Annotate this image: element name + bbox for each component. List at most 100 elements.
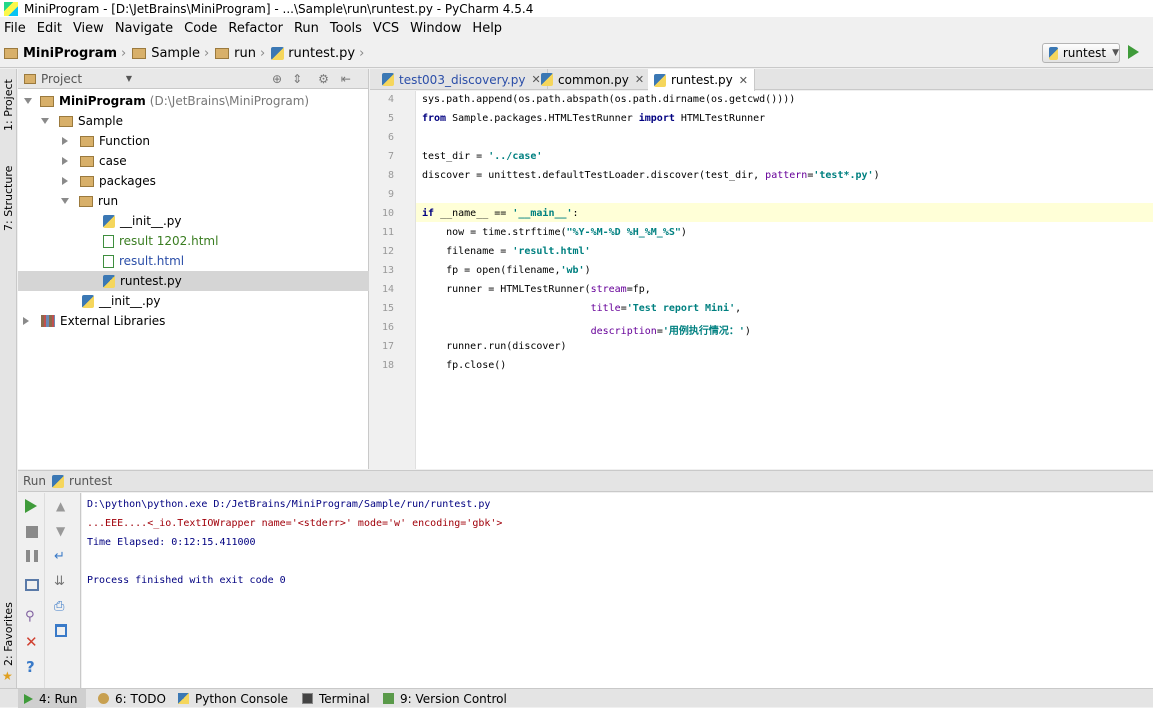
layout-icon[interactable] [25, 579, 39, 591]
trash-icon[interactable] [55, 624, 67, 637]
help-icon[interactable]: ? [26, 658, 35, 676]
tree-item-label: MiniProgram [59, 94, 146, 108]
tree-item-case[interactable]: case [18, 151, 369, 171]
folder-icon [132, 48, 147, 59]
menu-vcs[interactable]: VCS [369, 21, 406, 36]
line-number: 8 [387, 170, 394, 181]
project-tool-tab[interactable]: 1: Project [0, 71, 17, 139]
tab-version-control[interactable]: 9: Version Control [377, 689, 513, 708]
star-icon: ★ [2, 669, 13, 683]
breadcrumb-sample[interactable]: Sample › [132, 46, 209, 61]
navigation-bar: MiniProgram › Sample › run › runtest.py … [0, 40, 1153, 68]
close-icon[interactable]: ✕ [635, 73, 644, 86]
collapse-arrow-icon[interactable] [62, 157, 68, 165]
collapse-arrow-icon[interactable] [62, 137, 68, 145]
tree-item-label: External Libraries [60, 314, 166, 328]
tree-item-label: packages [99, 174, 156, 188]
menu-file[interactable]: File [0, 21, 33, 36]
python-file-icon [654, 73, 666, 87]
tab-test003-discovery[interactable]: test003_discovery.py ✕ [376, 69, 548, 90]
close-icon[interactable]: ✕ [25, 633, 38, 651]
scroll-end-icon[interactable]: ⇊ [54, 574, 65, 589]
collapse-arrow-icon[interactable] [62, 177, 68, 185]
run-button[interactable] [1128, 45, 1139, 59]
tree-item-init-sample[interactable]: __init__.py [18, 291, 369, 311]
arrow-down-icon[interactable]: ▼ [56, 524, 65, 538]
tree-item-sample[interactable]: Sample [18, 111, 369, 131]
tree-item-miniprogram[interactable]: MiniProgram (D:\JetBrains\MiniProgram) [18, 91, 369, 111]
tree-item-result-1202[interactable]: result 1202.html [18, 231, 369, 251]
expand-arrow-icon[interactable] [24, 98, 32, 104]
structure-tool-tab[interactable]: 7: Structure [0, 159, 17, 237]
python-file-icon [382, 73, 394, 86]
tree-item-packages[interactable]: packages [18, 171, 369, 191]
tree-item-runtest[interactable]: runtest.py [18, 271, 369, 291]
tree-item-label: runtest.py [120, 274, 182, 288]
folder-icon [80, 135, 94, 147]
target-icon[interactable]: ⊕ [272, 72, 282, 86]
menu-bar: File Edit View Navigate Code Refactor Ru… [0, 17, 1153, 39]
tab-todo[interactable]: 6: TODO [92, 689, 172, 708]
tab-common[interactable]: common.py ✕ [535, 69, 652, 90]
python-icon [178, 693, 189, 704]
code-line: sys.path.append(os.path.abspath(os.path.… [422, 94, 796, 105]
run-panel-title: Run [23, 474, 47, 488]
menu-code[interactable]: Code [180, 21, 224, 36]
gear-icon[interactable]: ⚙ [318, 72, 329, 86]
breadcrumb-label: runtest.py [288, 46, 356, 61]
rerun-icon[interactable] [25, 499, 37, 513]
tab-run[interactable]: 4: Run [18, 689, 86, 708]
menu-refactor[interactable]: Refactor [224, 21, 290, 36]
breadcrumb-project[interactable]: MiniProgram › [4, 46, 126, 61]
tree-item-run[interactable]: run [18, 191, 369, 211]
folder-icon [80, 175, 94, 187]
breadcrumb-file[interactable]: runtest.py › [271, 46, 364, 61]
collapse-icon[interactable]: ⇕ [292, 72, 302, 86]
tree-item-external-libraries[interactable]: External Libraries [18, 311, 369, 331]
menu-help[interactable]: Help [468, 21, 509, 36]
tree-item-function[interactable]: Function [18, 131, 369, 151]
menu-window[interactable]: Window [406, 21, 468, 36]
tab-python-console[interactable]: Python Console [172, 689, 294, 708]
pause-icon[interactable] [26, 550, 38, 562]
line-number: 12 [381, 246, 394, 257]
tree-item-result-html[interactable]: result.html [18, 251, 369, 271]
stop-icon[interactable] [26, 526, 38, 538]
chevron-right-icon: › [121, 46, 127, 61]
project-folder-icon [4, 48, 18, 59]
line-number: 14 [381, 284, 394, 295]
project-view-dropdown[interactable]: Project ▼ [24, 71, 136, 87]
expand-arrow-icon[interactable] [61, 198, 69, 204]
collapse-arrow-icon[interactable] [23, 317, 29, 325]
tab-terminal[interactable]: Terminal [296, 689, 376, 708]
run-config-dropdown[interactable]: runtest ▼ [1042, 43, 1120, 63]
code-line: if __name__ == '__main__': [422, 208, 579, 219]
code-line: runner = HTMLTestRunner(stream=fp, [422, 284, 651, 295]
code-editor[interactable]: sys.path.append(os.path.abspath(os.path.… [416, 91, 1153, 469]
menu-navigate[interactable]: Navigate [111, 21, 180, 36]
menu-edit[interactable]: Edit [33, 21, 69, 36]
tree-item-label: Sample [78, 114, 123, 128]
arrow-up-icon[interactable]: ▲ [56, 499, 65, 513]
favorites-tool-tab[interactable]: 2: Favorites [0, 597, 17, 671]
code-line: runner.run(discover) [422, 341, 567, 352]
menu-tools[interactable]: Tools [326, 21, 369, 36]
wrap-icon[interactable]: ↵ [54, 549, 65, 564]
tree-item-init-run[interactable]: __init__.py [18, 211, 369, 231]
run-console[interactable]: D:\python\python.exe D:/JetBrains/MiniPr… [82, 493, 1153, 688]
line-number: 16 [381, 322, 394, 333]
tab-runtest[interactable]: runtest.py ✕ [648, 69, 755, 91]
folder-icon [80, 155, 94, 167]
print-icon[interactable]: ⎙ [54, 599, 64, 614]
hide-icon[interactable]: ⇤ [341, 72, 351, 86]
menu-run[interactable]: Run [290, 21, 326, 36]
tree-item-label: run [98, 194, 119, 208]
close-icon[interactable]: ✕ [739, 74, 748, 87]
tab-label: common.py [558, 72, 629, 87]
breadcrumb-run[interactable]: run › [215, 46, 265, 61]
pin-icon[interactable]: ⚲ [25, 609, 35, 624]
expand-arrow-icon[interactable] [41, 118, 49, 124]
menu-view[interactable]: View [69, 21, 111, 36]
python-file-icon [1049, 46, 1058, 60]
breadcrumb-label: run [234, 46, 256, 61]
